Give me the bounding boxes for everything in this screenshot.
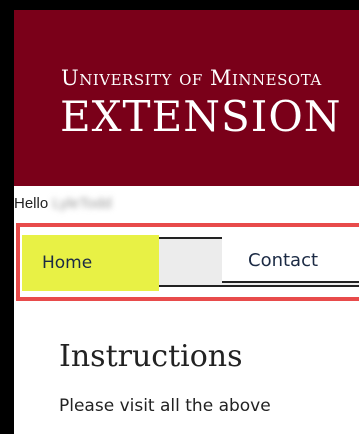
- university-name: University of Minnesota: [61, 66, 322, 90]
- extension-title: Extension: [60, 92, 342, 141]
- site-header: University of Minnesota Extension: [14, 10, 359, 186]
- window-left-border: [0, 0, 14, 434]
- instructions-text: Please visit all the above: [59, 396, 271, 416]
- tab-contact-label: Contact: [248, 249, 319, 271]
- main-nav: Home Contact: [16, 223, 359, 301]
- page-title: Instructions: [59, 339, 243, 374]
- window-top-border: [0, 0, 359, 10]
- tab-home-label: Home: [42, 253, 93, 273]
- tab-contact[interactable]: Contact: [222, 237, 359, 283]
- username: LyleTodd: [52, 194, 112, 212]
- greeting: Hello LyleTodd: [14, 192, 112, 214]
- tab-home[interactable]: Home: [22, 235, 159, 291]
- hello-label: Hello: [14, 194, 49, 212]
